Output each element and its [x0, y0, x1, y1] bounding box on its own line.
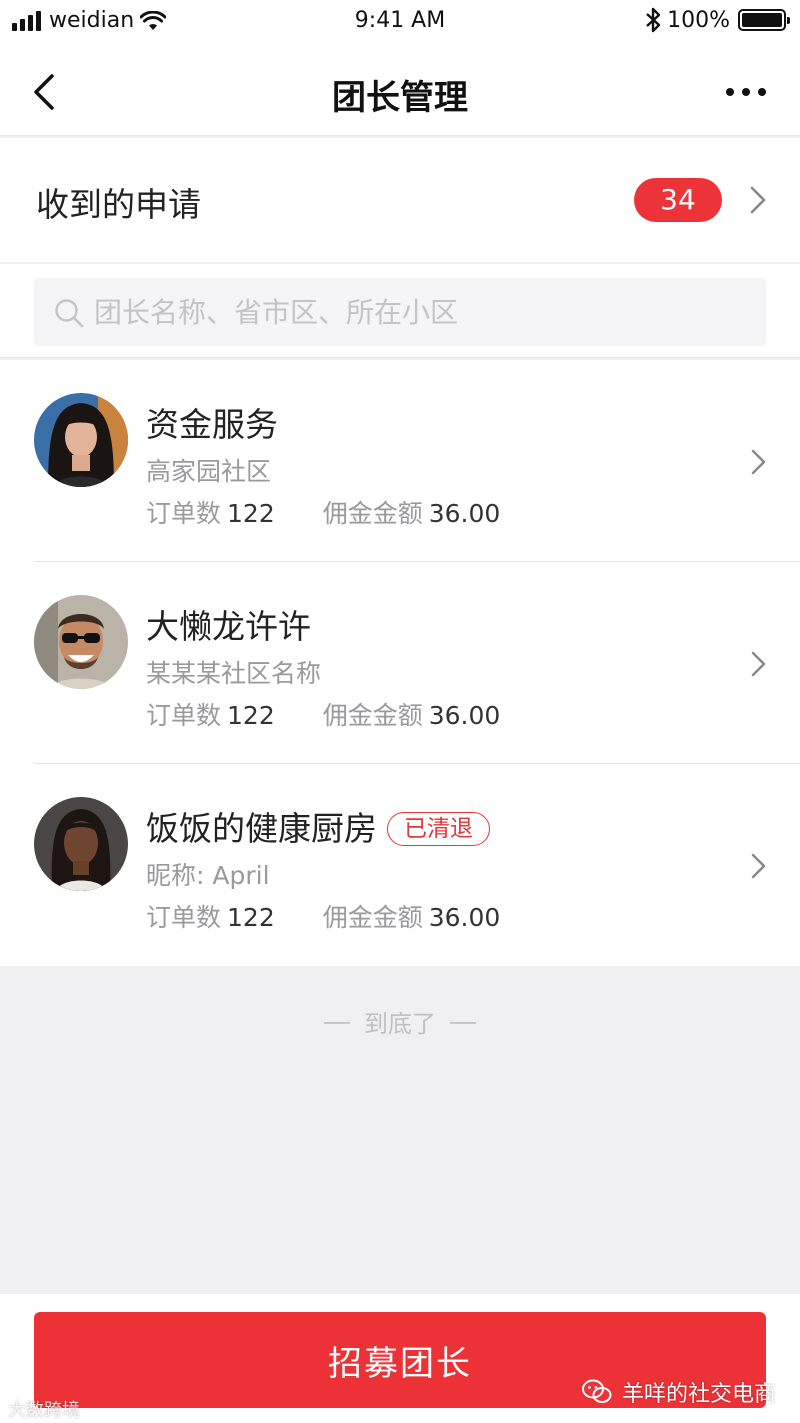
- end-of-list-marker: 到底了: [0, 1004, 800, 1039]
- commission-label: 佣金金额: [322, 701, 423, 730]
- search-section: [0, 264, 800, 358]
- more-dots-icon[interactable]: [726, 88, 766, 96]
- applications-count-badge: 34: [634, 178, 722, 222]
- leader-name: 饭饭的健康厨房 已清退: [146, 802, 490, 850]
- status-bar-right: 100%: [645, 7, 790, 33]
- list-item-leader-1[interactable]: 资金服务 高家园社区 订单数 122 佣金金额 36.00: [0, 360, 800, 562]
- watermark-right: 羊咩的社交电商: [581, 1376, 776, 1408]
- received-applications-row[interactable]: 收到的申请 34: [0, 138, 800, 262]
- applications-label: 收到的申请: [36, 185, 201, 224]
- battery-percent: 100%: [667, 7, 730, 33]
- chevron-right-icon: [751, 651, 766, 677]
- leader-list: 资金服务 高家园社区 订单数 122 佣金金额 36.00 大懒龙许许 某某某社…: [0, 360, 800, 966]
- search-input[interactable]: [94, 278, 754, 346]
- leader-subtitle: 昵称: April: [146, 861, 270, 890]
- watermark-right-text: 羊咩的社交电商: [621, 1382, 776, 1407]
- chevron-right-icon: [751, 449, 766, 475]
- status-bar: weidian 9:41 AM 100%: [0, 0, 800, 46]
- page-title: 团长管理: [332, 78, 468, 118]
- leader-name-text: 饭饭的健康厨房: [146, 809, 377, 848]
- battery-icon: [738, 9, 790, 31]
- avatar: [34, 393, 128, 487]
- bluetooth-icon: [646, 7, 661, 33]
- leader-name: 大懒龙许许: [146, 607, 311, 646]
- commission-value: 36.00: [428, 701, 501, 730]
- orders-label: 订单数: [146, 499, 222, 528]
- status-badge: 已清退: [387, 812, 490, 846]
- watermark-left: 大数跨境: [8, 1400, 80, 1421]
- divider: [324, 1022, 350, 1024]
- avatar: [34, 797, 128, 891]
- commission-label: 佣金金额: [322, 903, 423, 932]
- orders-label: 订单数: [146, 903, 222, 932]
- chevron-right-icon: [751, 853, 766, 879]
- orders-label: 订单数: [146, 701, 222, 730]
- divider: [450, 1022, 476, 1024]
- commission-value: 36.00: [428, 903, 501, 932]
- chevron-right-icon: [750, 186, 766, 214]
- leader-name: 资金服务: [146, 405, 278, 444]
- search-box[interactable]: [34, 278, 766, 346]
- search-icon: [55, 299, 84, 328]
- leader-stats: 订单数 122 佣金金额 36.00: [146, 898, 500, 934]
- commission-value: 36.00: [428, 499, 501, 528]
- leader-subtitle: 高家园社区: [146, 457, 272, 486]
- orders-value: 122: [227, 499, 275, 528]
- leader-stats: 订单数 122 佣金金额 36.00: [146, 494, 500, 530]
- nav-bar: 团长管理: [0, 46, 800, 136]
- leader-stats: 订单数 122 佣金金额 36.00: [146, 696, 500, 732]
- end-text: 到底了: [364, 1010, 436, 1038]
- orders-value: 122: [227, 701, 275, 730]
- commission-label: 佣金金额: [322, 499, 423, 528]
- avatar: [34, 595, 128, 689]
- list-item-leader-3[interactable]: 饭饭的健康厨房 已清退 昵称: April 订单数 122 佣金金额 36.00: [0, 764, 800, 966]
- list-item-leader-2[interactable]: 大懒龙许许 某某某社区名称 订单数 122 佣金金额 36.00: [0, 562, 800, 764]
- orders-value: 122: [227, 903, 275, 932]
- leader-subtitle: 某某某社区名称: [146, 659, 322, 688]
- wechat-icon: [581, 1379, 612, 1403]
